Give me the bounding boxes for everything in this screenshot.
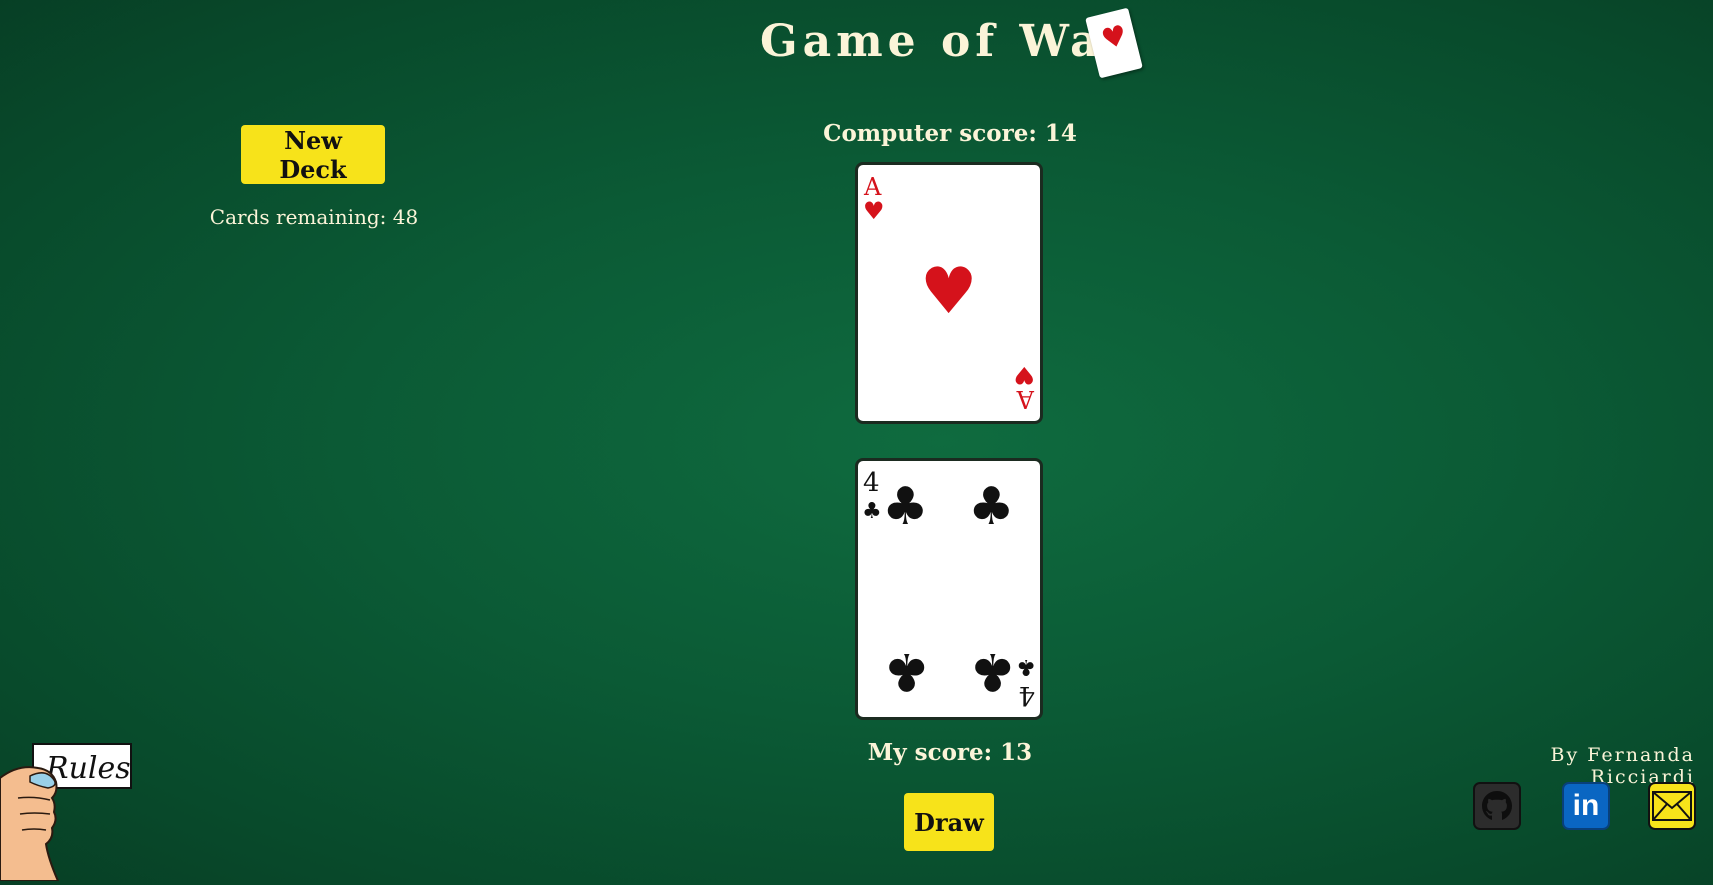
email-link[interactable] — [1648, 782, 1696, 830]
linkedin-icon: in — [1572, 789, 1600, 822]
card-suit-top: ♥ — [863, 197, 885, 225]
card-suit-bottom: ♣ — [1016, 654, 1036, 679]
cards-remaining: Cards remaining: 48 — [209, 205, 419, 229]
ace-of-hearts-card-face: A ♥ ♥ A ♥ — [863, 173, 1035, 413]
linkedin-link[interactable]: in — [1562, 782, 1610, 830]
card-rank-top: 4 — [863, 468, 880, 498]
mail-icon — [1652, 791, 1692, 821]
card-pip: ♣ — [969, 641, 1016, 701]
hand-holding-rules-card-icon: Rules — [0, 743, 132, 882]
computer-card: A ♥ ♥ A ♥ — [855, 162, 1043, 424]
card-suit-bottom: ♥ — [1013, 361, 1035, 389]
card-suit-top: ♣ — [862, 499, 882, 524]
new-deck-button[interactable]: New Deck — [241, 125, 385, 184]
card-pip: ♣ — [882, 477, 929, 537]
four-of-clubs-card-face: 4 ♣ ♣ ♣ 4 ♣ ♣ ♣ — [862, 468, 1036, 710]
player-card: 4 ♣ ♣ ♣ 4 ♣ ♣ ♣ — [855, 458, 1043, 720]
github-link[interactable] — [1473, 782, 1521, 830]
computer-score: Computer score: 14 — [823, 120, 1077, 147]
player-score: My score: 13 — [867, 739, 1033, 766]
draw-button[interactable]: Draw — [904, 793, 994, 851]
card-pip: ♣ — [883, 641, 930, 701]
ace-of-hearts-card-icon: ♥ — [1085, 7, 1143, 79]
rules-button[interactable]: Rules — [0, 738, 140, 882]
card-rank-bottom: 4 — [1018, 680, 1035, 710]
github-icon — [1482, 791, 1512, 820]
card-center-suit: ♥ — [920, 255, 977, 329]
page-title: Game of War — [760, 16, 1132, 67]
card-pip: ♣ — [968, 477, 1015, 537]
rules-label: Rules — [45, 751, 131, 786]
